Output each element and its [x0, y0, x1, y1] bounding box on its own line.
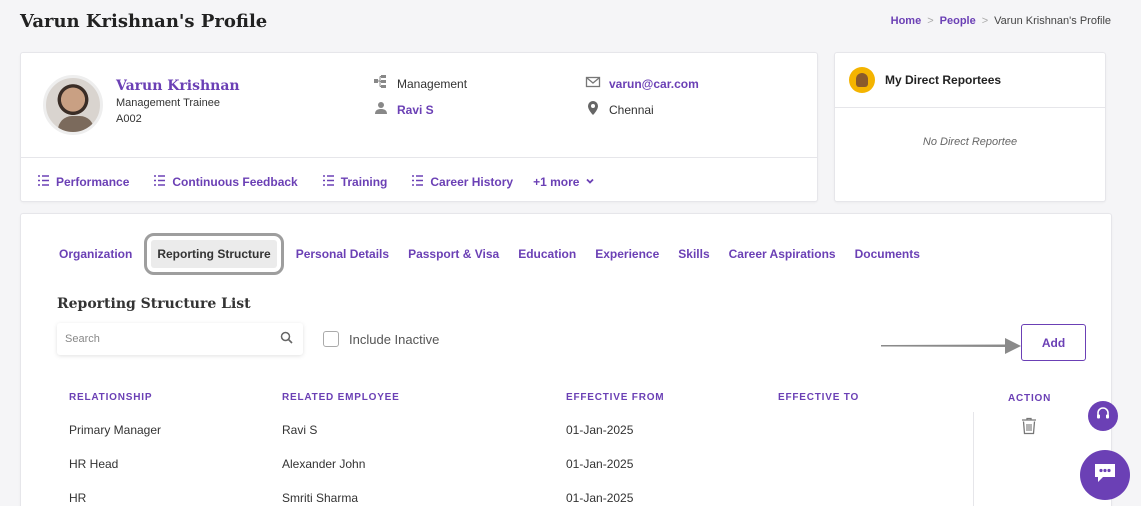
search-input[interactable]: Search — [57, 323, 303, 355]
location-pin-icon — [585, 100, 601, 119]
tab-personal-details[interactable]: Personal Details — [296, 247, 389, 261]
direct-reportees-card: My Direct Reportees No Direct Reportee — [834, 52, 1106, 202]
tab-experience[interactable]: Experience — [595, 247, 659, 261]
quick-tabs: Performance Continuous Feedback Training… — [37, 174, 595, 190]
cell-related-employee: Ravi S — [282, 423, 318, 437]
breadcrumb-people[interactable]: People — [940, 15, 976, 27]
manager-info: Ravi S — [373, 100, 434, 119]
detail-tabs: Organization Reporting Structure Persona… — [59, 233, 920, 275]
mail-icon — [585, 74, 601, 93]
reportees-header: My Direct Reportees — [835, 53, 1105, 108]
employee-name[interactable]: Varun Krishnan — [116, 78, 240, 94]
quick-tab-label: Career History — [430, 175, 514, 189]
tab-reporting-structure[interactable]: Reporting Structure — [144, 233, 284, 275]
help-button[interactable] — [1088, 401, 1118, 431]
location-info: Chennai — [585, 100, 654, 119]
more-tabs-dropdown[interactable]: +1 more — [533, 174, 595, 190]
chat-button[interactable] — [1080, 450, 1130, 500]
quick-tab-continuous-feedback[interactable]: Continuous Feedback — [153, 174, 298, 190]
section-title: Reporting Structure List — [57, 296, 251, 312]
quick-tab-label: Training — [340, 175, 388, 189]
cell-related-employee: Smriti Sharma — [282, 491, 359, 505]
tab-education[interactable]: Education — [518, 247, 576, 261]
breadcrumb: Home > People > Varun Krishnan's Profile — [891, 15, 1111, 27]
cell-relationship: Primary Manager — [69, 423, 162, 437]
location-label: Chennai — [609, 102, 654, 117]
delete-icon[interactable] — [1021, 417, 1037, 440]
quick-tab-label: +1 more — [533, 175, 580, 189]
reportees-empty-text: No Direct Reportee — [922, 136, 1018, 148]
table-scroll-edge — [973, 412, 974, 506]
email-info: varun@car.com — [585, 74, 699, 93]
breadcrumb-current: Varun Krishnan's Profile — [994, 15, 1111, 27]
tab-documents[interactable]: Documents — [855, 247, 920, 261]
add-button[interactable]: Add — [1021, 324, 1086, 361]
column-header-related-employee[interactable]: RELATED EMPLOYEE — [282, 392, 400, 403]
tab-passport-visa[interactable]: Passport & Visa — [408, 247, 499, 261]
cell-effective-from: 01-Jan-2025 — [566, 423, 634, 437]
avatar — [43, 75, 103, 135]
column-header-relationship[interactable]: RELATIONSHIP — [69, 392, 152, 403]
quick-tab-label: Performance — [56, 175, 130, 189]
tab-skills[interactable]: Skills — [678, 247, 709, 261]
headset-icon — [1095, 406, 1111, 427]
tab-career-aspirations[interactable]: Career Aspirations — [729, 247, 836, 261]
list-icon — [411, 174, 424, 190]
cell-effective-from: 01-Jan-2025 — [566, 457, 634, 471]
chevron-down-icon — [585, 175, 595, 189]
divider — [21, 157, 817, 158]
profile-card: Varun Krishnan Management Trainee A002 M… — [20, 52, 818, 202]
employee-designation: Management Trainee — [116, 97, 220, 109]
quick-tab-label: Continuous Feedback — [172, 175, 298, 189]
manager-icon — [373, 100, 389, 119]
breadcrumb-separator: > — [927, 15, 934, 27]
pointer-arrow-icon — [881, 338, 1021, 354]
reportee-avatar-icon — [849, 67, 875, 93]
list-icon — [322, 174, 335, 190]
department-label: Management — [397, 76, 468, 91]
details-card: Organization Reporting Structure Persona… — [20, 213, 1112, 506]
cell-effective-from: 01-Jan-2025 — [566, 491, 634, 505]
quick-tab-training[interactable]: Training — [322, 174, 388, 190]
reportees-title: My Direct Reportees — [885, 73, 1002, 87]
breadcrumb-home[interactable]: Home — [891, 15, 922, 27]
include-inactive-row: Include Inactive — [323, 331, 439, 347]
search-icon — [280, 331, 293, 347]
list-icon — [37, 174, 50, 190]
column-header-effective-from[interactable]: EFFECTIVE FROM — [566, 392, 664, 403]
breadcrumb-separator: > — [981, 15, 989, 27]
chat-bubble-icon — [1092, 461, 1118, 490]
cell-relationship: HR Head — [69, 457, 119, 471]
cell-relationship: HR — [69, 491, 87, 505]
tab-organization[interactable]: Organization — [59, 247, 132, 261]
column-header-effective-to[interactable]: EFFECTIVE TO — [778, 392, 859, 403]
org-chart-icon — [373, 74, 389, 93]
quick-tab-career-history[interactable]: Career History — [411, 174, 513, 190]
column-header-action: ACTION — [1008, 393, 1052, 404]
manager-link[interactable]: Ravi S — [397, 103, 434, 117]
include-inactive-checkbox[interactable] — [323, 331, 339, 347]
page-title: Varun Krishnan's Profile — [20, 11, 268, 32]
email-link[interactable]: varun@car.com — [609, 77, 699, 91]
list-icon — [153, 174, 166, 190]
include-inactive-label: Include Inactive — [349, 331, 440, 347]
quick-tab-performance[interactable]: Performance — [37, 174, 129, 190]
search-placeholder: Search — [65, 333, 100, 345]
department-info: Management — [373, 74, 467, 93]
cell-related-employee: Alexander John — [282, 457, 366, 471]
employee-code: A002 — [116, 113, 142, 125]
